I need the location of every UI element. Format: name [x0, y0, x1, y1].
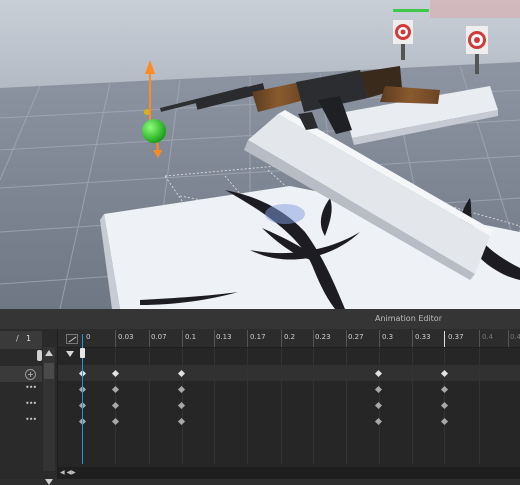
- pin-icon: [37, 350, 42, 361]
- tick-label: 0.3: [382, 333, 394, 341]
- tick-mark: [346, 330, 347, 347]
- tick-label: 0.4: [510, 333, 520, 341]
- track-row[interactable]: •••: [0, 398, 42, 414]
- add-track-icon[interactable]: +: [25, 369, 36, 380]
- tick-label: 0.2: [284, 333, 296, 341]
- track-menu-icon[interactable]: •••: [25, 383, 37, 392]
- playhead-handle[interactable]: [80, 348, 85, 358]
- tick-mark: [115, 330, 116, 347]
- tick-mark: [412, 330, 413, 347]
- keyframe[interactable]: [374, 385, 383, 394]
- scroll-down-icon[interactable]: [45, 479, 53, 485]
- track-menu-icon[interactable]: •••: [25, 415, 37, 424]
- tick-label: 0.03: [118, 333, 134, 341]
- animation-editor: Animation Editor / 1 + ••• ••• ••• 0 0.0…: [0, 309, 520, 485]
- gridline: [346, 348, 347, 464]
- track-row[interactable]: •••: [0, 382, 42, 398]
- timeline-hscroll[interactable]: ◀ ◀▶: [58, 467, 520, 479]
- timeline-row-highlight: [58, 365, 520, 381]
- tick-label: 0.07: [151, 333, 167, 341]
- gridline: [149, 348, 150, 464]
- health-bar: [393, 9, 429, 12]
- tick-mark: [182, 330, 183, 347]
- keyframe[interactable]: [111, 417, 120, 426]
- gridline: [247, 348, 248, 464]
- tick-mark: [149, 330, 150, 347]
- tick-mark: [247, 330, 248, 347]
- keyframe[interactable]: [440, 385, 449, 394]
- tick-mark: [214, 330, 215, 347]
- gridline: [313, 348, 314, 464]
- tick-label: 0.33: [415, 333, 431, 341]
- keyframe[interactable]: [440, 401, 449, 410]
- keyframe[interactable]: [111, 385, 120, 394]
- timeline[interactable]: 0 0.03 0.07 0.1 0.13 0.17 0.2 0.23 0.27 …: [58, 329, 520, 479]
- track-panel: / 1 + ••• ••• •••: [0, 329, 58, 485]
- tick-label: 0.23: [315, 333, 331, 341]
- track-menu-icon[interactable]: •••: [25, 399, 37, 408]
- tick-mark: [508, 330, 509, 347]
- keyframe[interactable]: [374, 417, 383, 426]
- filter-icon[interactable]: [66, 351, 74, 357]
- gridline: [214, 348, 215, 464]
- tick-label: 0: [86, 333, 91, 341]
- animation-end-marker[interactable]: [444, 331, 445, 347]
- keyframe[interactable]: [177, 417, 186, 426]
- keyframe[interactable]: [111, 401, 120, 410]
- tick-mark: [379, 330, 380, 347]
- gridline: [281, 348, 282, 464]
- tick-mark: [281, 330, 282, 347]
- gridline: [412, 348, 413, 464]
- track-row[interactable]: •••: [0, 414, 42, 430]
- tick-label: 0.27: [348, 333, 364, 341]
- zoom-controls[interactable]: ◀ ◀▶: [60, 469, 80, 477]
- tick-label: 0.37: [448, 333, 464, 341]
- keyframe[interactable]: [177, 385, 186, 394]
- tick-mark: [479, 330, 480, 347]
- scroll-up-icon[interactable]: [45, 350, 53, 356]
- keyframe[interactable]: [440, 417, 449, 426]
- frame-counter[interactable]: / 1: [0, 331, 42, 349]
- frame-separator: /: [16, 334, 19, 343]
- current-frame[interactable]: 1: [26, 334, 31, 343]
- track-row-add[interactable]: +: [0, 366, 42, 382]
- tick-label: 0.1: [185, 333, 197, 341]
- tick-label: 0.17: [250, 333, 266, 341]
- track-scroll-thumb[interactable]: [44, 363, 54, 379]
- editor-title: Animation Editor: [0, 309, 520, 329]
- scene-render[interactable]: [0, 0, 520, 309]
- decal-shadow: [265, 204, 305, 224]
- viewport[interactable]: [0, 0, 520, 309]
- tick-label: 0.13: [216, 333, 232, 341]
- keyframe[interactable]: [374, 401, 383, 410]
- wall-accent: [430, 0, 520, 18]
- tick-mark: [313, 330, 314, 347]
- track-row-root: [0, 350, 42, 366]
- tick-label: 0.4: [482, 333, 494, 341]
- keyframe[interactable]: [177, 401, 186, 410]
- time-ruler[interactable]: 0 0.03 0.07 0.1 0.13 0.17 0.2 0.23 0.27 …: [58, 329, 520, 348]
- curve-editor-icon[interactable]: [66, 334, 78, 344]
- gridline: [479, 348, 480, 464]
